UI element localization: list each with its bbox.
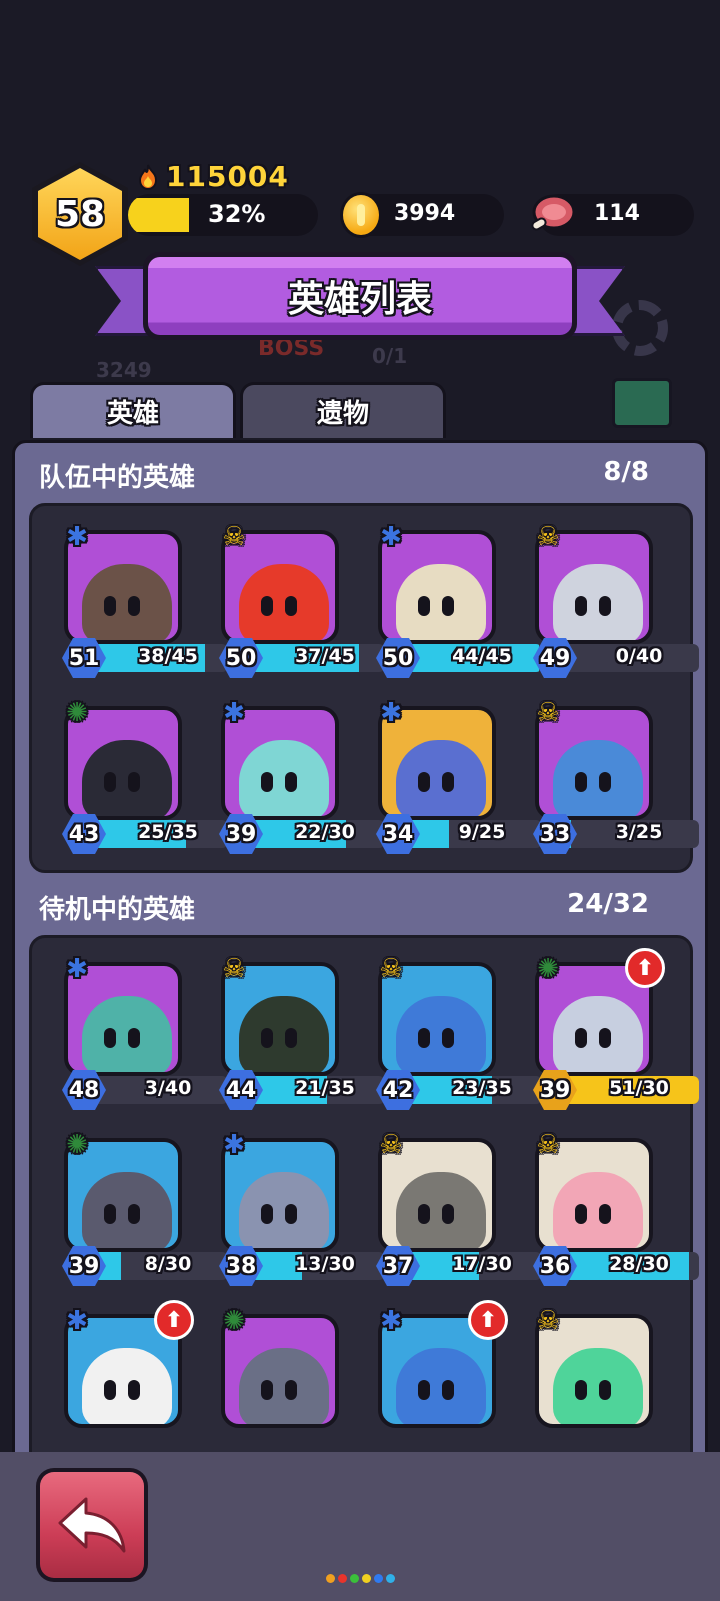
hero-card[interactable]: ✱ 13/30 38	[197, 1120, 385, 1290]
hero-class-icon: ☠	[536, 1306, 560, 1336]
team-hero-grid: ✱ 38/45 51 ☠ 37/45 50 ✱ 44/45 50 ☠ 0/40 49 ✺ 25/35 43 ✱…	[29, 503, 699, 873]
bench-hero-grid: ✱ 3/40 48 ☠ 21/35 44 ☠ 23/35 42 ✺ ⬆ 51/30 39 ✺ 8/30 39 ✱…	[29, 935, 699, 1457]
page-dot	[386, 1574, 395, 1583]
experience-percent: 32%	[208, 200, 266, 228]
hero-card[interactable]: ☠ 17/30 37	[354, 1120, 542, 1290]
hero-class-icon: ✱	[380, 1306, 402, 1336]
hero-class-icon: ✺	[66, 698, 88, 728]
bench-section-count: 24/32	[567, 889, 649, 919]
hero-card[interactable]: ☠ 23/35 42	[354, 944, 542, 1114]
hero-card[interactable]: ✺ ⬆ 51/30 39	[511, 944, 699, 1114]
page-dot	[350, 1574, 359, 1583]
meat-counter[interactable]: 114	[531, 194, 694, 236]
gold-coin-icon	[340, 192, 382, 238]
hero-list-panel: 队伍中的英雄 8/8 ✱ 38/45 51 ☠ 37/45 50 ✱ 44/45 50 ☠ 0/40…	[12, 440, 708, 1460]
hero-class-icon: ✱	[66, 522, 88, 552]
hero-class-icon: ☠	[222, 954, 246, 984]
page-title: 英雄列表	[148, 257, 572, 335]
gold-value: 3994	[394, 201, 456, 226]
meat-icon	[531, 194, 576, 231]
back-arrow-icon	[58, 1497, 126, 1553]
page-indicator-dots	[326, 1574, 395, 1583]
hero-card[interactable]: ☠ 37/45 50	[197, 512, 385, 682]
page-dot	[338, 1574, 347, 1583]
team-section-count: 8/8	[603, 457, 649, 487]
tab-heroes[interactable]: 英雄	[30, 382, 236, 438]
hero-card[interactable]: ✺ 8/30 39	[40, 1120, 228, 1290]
team-section-title: 队伍中的英雄	[39, 463, 196, 493]
page-dot	[362, 1574, 371, 1583]
meat-value: 114	[594, 201, 640, 226]
bench-section-title: 待机中的英雄	[39, 895, 196, 925]
mail-icon[interactable]	[612, 378, 672, 428]
hero-class-icon: ☠	[379, 1130, 403, 1160]
hero-card[interactable]: ☠ 3/25 33	[511, 688, 699, 858]
hero-card[interactable]: ✱ ⬆	[354, 1296, 508, 1457]
back-button[interactable]	[36, 1468, 148, 1582]
upgrade-arrow-icon: ⬆	[625, 948, 665, 988]
title-banner: 英雄列表	[95, 252, 625, 348]
hero-card[interactable]: ☠	[511, 1296, 661, 1457]
hero-class-icon: ✱	[66, 1306, 88, 1336]
hero-card[interactable]: ✺	[197, 1296, 347, 1457]
hero-card[interactable]: ✱ 9/25 34	[354, 688, 542, 858]
hero-card[interactable]: ✱ 3/40 48	[40, 944, 228, 1114]
hero-card[interactable]: ✱ ⬆	[40, 1296, 194, 1457]
bottom-bar	[0, 1452, 720, 1601]
experience-bar: 32%	[128, 194, 318, 236]
player-level: 58	[38, 168, 122, 260]
hero-class-icon: ☠	[536, 522, 560, 552]
banner-plate: 英雄列表	[143, 252, 577, 340]
hero-card[interactable]: ☠ 0/40 49	[511, 512, 699, 682]
score-bg: 3249	[96, 358, 152, 382]
power-value: 115004	[166, 160, 289, 193]
upgrade-arrow-icon: ⬆	[154, 1300, 194, 1340]
top-hud: 58 115004 32% 3994 114	[0, 150, 720, 266]
hero-class-icon: ✱	[66, 954, 88, 984]
player-level-badge: 58	[32, 162, 128, 266]
hero-card[interactable]: ✱ 44/45 50	[354, 512, 542, 682]
power-display: 115004	[136, 160, 289, 193]
hero-card[interactable]: ☠ 28/30 36	[511, 1120, 699, 1290]
hero-card[interactable]: ✱ 38/45 51	[40, 512, 228, 682]
hero-card[interactable]: ☠ 21/35 44	[197, 944, 385, 1114]
hero-class-icon: ✺	[66, 1130, 88, 1160]
page-dot	[326, 1574, 335, 1583]
hero-class-icon: ✱	[223, 1130, 245, 1160]
hero-class-icon: ☠	[379, 954, 403, 984]
hero-class-icon: ☠	[222, 522, 246, 552]
hero-class-icon: ✱	[223, 698, 245, 728]
hero-class-icon: ☠	[536, 698, 560, 728]
fire-icon	[138, 164, 158, 190]
hero-class-icon: ✱	[380, 698, 402, 728]
hero-class-icon: ✱	[380, 522, 402, 552]
tab-relics[interactable]: 遗物	[240, 382, 446, 438]
upgrade-arrow-icon: ⬆	[468, 1300, 508, 1340]
hero-class-icon: ☠	[536, 1130, 560, 1160]
gold-counter[interactable]: 3994	[340, 192, 504, 238]
hero-card[interactable]: ✺ 25/35 43	[40, 688, 228, 858]
experience-fill	[128, 198, 189, 232]
hero-class-icon: ✺	[223, 1306, 245, 1336]
page-dot	[374, 1574, 383, 1583]
hero-card[interactable]: ✱ 22/30 39	[197, 688, 385, 858]
hero-class-icon: ✺	[537, 954, 559, 984]
